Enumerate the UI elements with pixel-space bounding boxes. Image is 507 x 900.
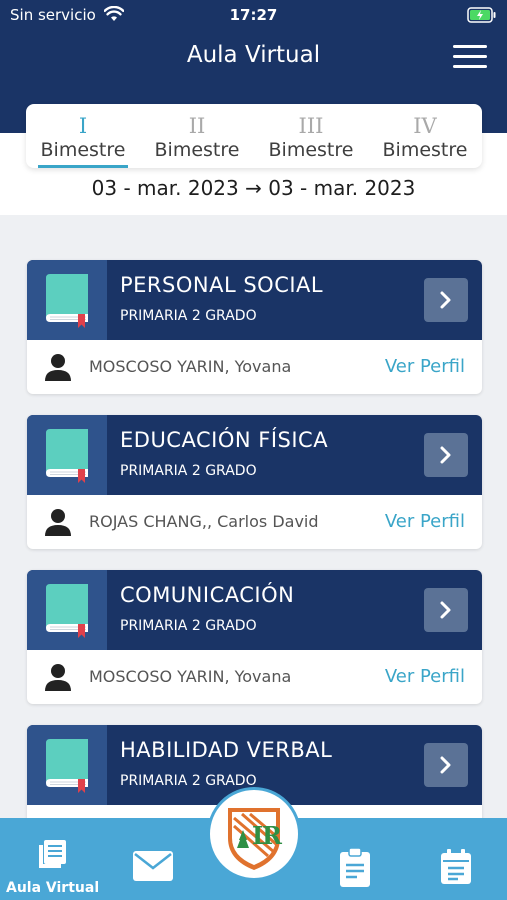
mail-icon — [133, 851, 173, 881]
chevron-right-icon — [440, 601, 451, 619]
teacher-name: MOSCOSO YARIN, Yovana — [89, 357, 292, 376]
course-name: COMUNICACIÓN — [120, 583, 295, 607]
open-course-button[interactable] — [424, 743, 468, 787]
ver-perfil-link[interactable]: Ver Perfil — [385, 356, 465, 377]
ver-perfil-link[interactable]: Ver Perfil — [385, 511, 465, 532]
page-title: Aula Virtual — [186, 42, 321, 68]
clipboard-icon — [340, 847, 370, 887]
chevron-right-icon — [440, 446, 451, 464]
calendar-nav[interactable] — [440, 849, 472, 889]
course-card-footer: MOSCOSO YARIN, Yovana Ver Perfil — [27, 650, 482, 704]
course-name: EDUCACIÓN FÍSICA — [120, 428, 329, 452]
course-name: HABILIDAD VERBAL — [120, 738, 333, 762]
user-icon — [45, 354, 71, 381]
teacher-name: MOSCOSO YARIN, Yovana — [89, 667, 292, 686]
course-card: COMUNICACIÓN PRIMARIA 2 GRADO MOSCOSO YA… — [27, 570, 482, 704]
ver-perfil-link[interactable]: Ver Perfil — [385, 666, 465, 687]
teacher-name: ROJAS CHANG,, Carlos David — [89, 512, 319, 531]
book-icon — [46, 584, 88, 638]
hamburger-menu-icon[interactable] — [453, 45, 487, 69]
open-course-button[interactable] — [424, 433, 468, 477]
tab-label: Bimestre — [268, 139, 354, 161]
course-grade: PRIMARIA 2 GRADO — [120, 773, 257, 789]
tab-roman-numeral: IV — [413, 114, 437, 138]
course-name: PERSONAL SOCIAL — [120, 273, 324, 297]
aula-virtual-nav[interactable] — [36, 838, 68, 874]
course-card-header: PERSONAL SOCIAL PRIMARIA 2 GRADO — [27, 260, 482, 340]
course-card-footer: ROJAS CHANG,, Carlos David Ver Perfil — [27, 495, 482, 549]
course-grade: PRIMARIA 2 GRADO — [120, 618, 257, 634]
notebook-icon — [39, 840, 66, 868]
book-icon-box — [27, 570, 107, 650]
school-crest-icon: L R — [228, 808, 283, 870]
book-icon — [46, 274, 88, 328]
course-grade: PRIMARIA 2 GRADO — [120, 463, 257, 479]
tab-roman-numeral: II — [188, 114, 206, 138]
book-icon-box — [27, 725, 107, 805]
clock: 17:27 — [229, 6, 278, 24]
tab-label: Bimestre — [154, 139, 240, 161]
tab-bimestre-2[interactable]: II Bimestre — [140, 104, 254, 168]
open-course-button[interactable] — [424, 588, 468, 632]
date-range: 03 - mar. 2023 → 03 - mar. 2023 — [91, 176, 416, 200]
course-card-footer: MOSCOSO YARIN, Yovana Ver Perfil — [27, 340, 482, 394]
tab-label: Bimestre — [382, 139, 468, 161]
status-bar: Sin servicio 17:27 — [0, 0, 507, 32]
book-icon — [46, 429, 88, 483]
svg-text:R: R — [262, 821, 283, 850]
messages-nav[interactable] — [133, 851, 173, 885]
school-logo[interactable]: L R — [207, 787, 301, 881]
bimestre-tabs: I Bimestre II Bimestre III Bimestre IV B… — [26, 104, 482, 168]
course-card-header: EDUCACIÓN FÍSICA PRIMARIA 2 GRADO — [27, 415, 482, 495]
tab-bimestre-3[interactable]: III Bimestre — [254, 104, 368, 168]
nav-label: Aula Virtual — [6, 880, 100, 896]
calendar-icon — [441, 849, 471, 884]
tab-bimestre-4[interactable]: IV Bimestre — [368, 104, 482, 168]
tab-roman-numeral: I — [78, 114, 88, 138]
course-card-header: COMUNICACIÓN PRIMARIA 2 GRADO — [27, 570, 482, 650]
chevron-right-icon — [440, 291, 451, 309]
open-course-button[interactable] — [424, 278, 468, 322]
book-icon-box — [27, 260, 107, 340]
user-icon — [45, 664, 71, 691]
course-card: PERSONAL SOCIAL PRIMARIA 2 GRADO MOSCOSO… — [27, 260, 482, 394]
chevron-right-icon — [440, 756, 451, 774]
book-icon-box — [27, 415, 107, 495]
tasks-nav[interactable] — [339, 847, 371, 892]
active-tab-indicator — [38, 165, 128, 168]
tab-bimestre-1[interactable]: I Bimestre — [26, 104, 140, 168]
book-icon — [46, 739, 88, 793]
course-grade: PRIMARIA 2 GRADO — [120, 308, 257, 324]
user-icon — [45, 509, 71, 536]
tab-roman-numeral: III — [298, 114, 324, 138]
battery-charging-icon — [467, 7, 497, 27]
course-card: EDUCACIÓN FÍSICA PRIMARIA 2 GRADO ROJAS … — [27, 415, 482, 549]
tab-label: Bimestre — [40, 139, 126, 161]
